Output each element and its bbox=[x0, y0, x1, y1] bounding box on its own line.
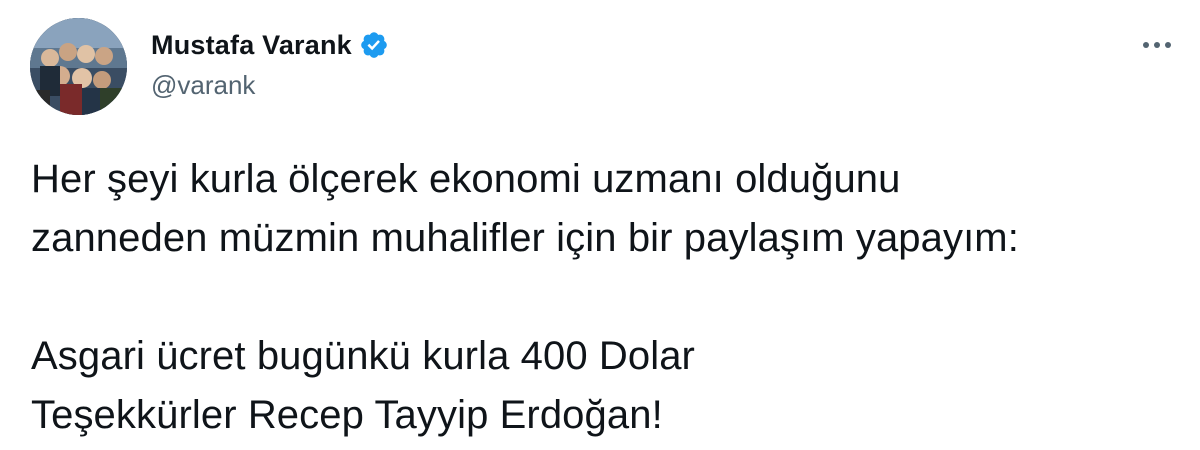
name-row: Mustafa Varank bbox=[151, 28, 389, 62]
paragraph-break bbox=[31, 268, 1181, 327]
verified-badge-icon bbox=[359, 30, 389, 60]
tweet-text: Her şeyi kurla ölçerek ekonomi uzmanı ol… bbox=[31, 150, 1181, 445]
display-name[interactable]: Mustafa Varank bbox=[151, 30, 352, 61]
more-horizontal-icon bbox=[1143, 42, 1171, 48]
tweet-line: Teşekkürler Recep Tayyip Erdoğan! bbox=[31, 393, 663, 437]
tweet-card: Mustafa Varank @varank Her şeyi kurla öl… bbox=[0, 0, 1200, 450]
more-options-button[interactable] bbox=[1135, 30, 1179, 60]
group-photo-avatar-icon bbox=[30, 18, 127, 115]
handle[interactable]: @varank bbox=[151, 70, 389, 101]
avatar[interactable] bbox=[30, 18, 127, 115]
tweet-line: zanneden müzmin muhalifler için bir payl… bbox=[31, 216, 1019, 260]
author-info: Mustafa Varank @varank bbox=[151, 28, 389, 101]
tweet-line: Asgari ücret bugünkü kurla 400 Dolar bbox=[31, 334, 695, 378]
tweet-line: Her şeyi kurla ölçerek ekonomi uzmanı ol… bbox=[31, 157, 901, 201]
